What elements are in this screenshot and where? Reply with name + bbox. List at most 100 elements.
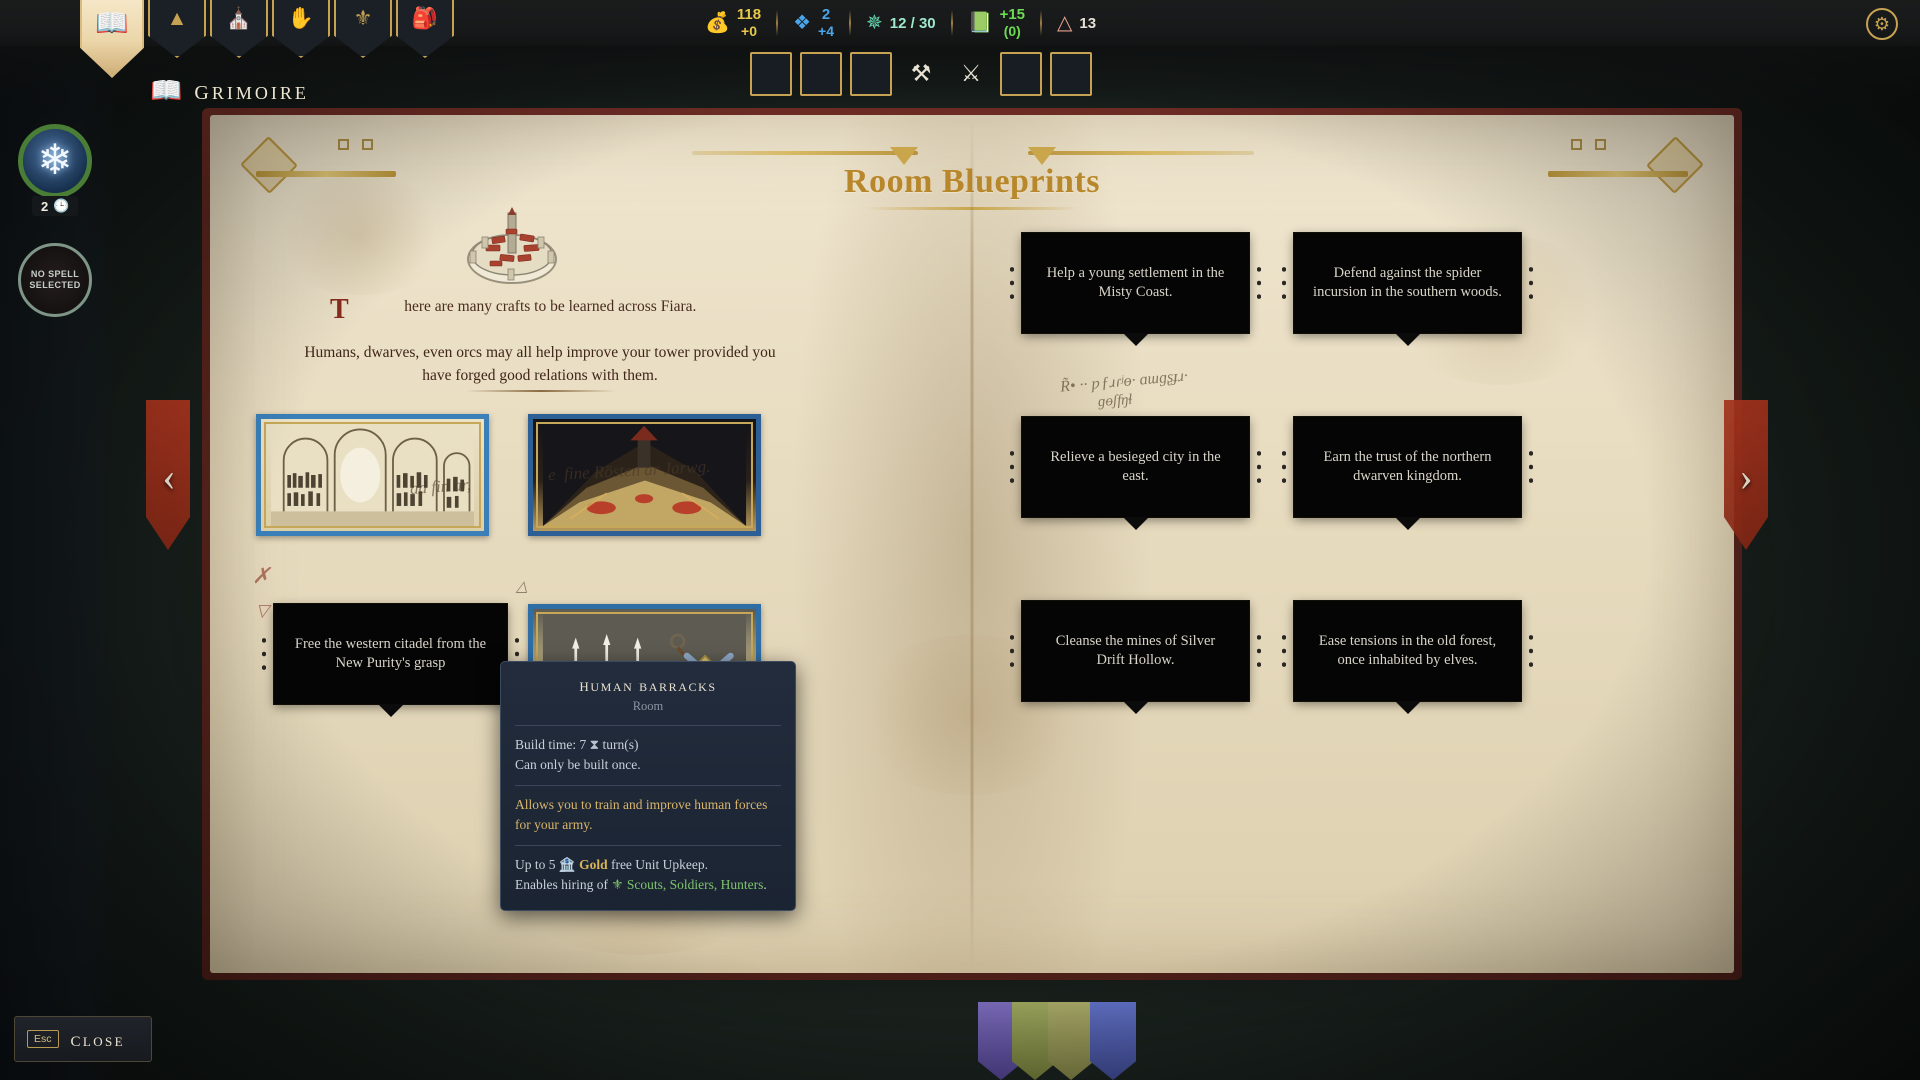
triangle-stack-icon: ▲ [166, 6, 188, 30]
grimoire-book: Room Blueprints T here are many crafts t… [196, 108, 1748, 988]
resource-research[interactable]: 📗 +15 (0) [953, 3, 1040, 43]
resource-gold[interactable]: 💰 118 +0 [690, 3, 776, 43]
slot-3[interactable] [850, 52, 892, 96]
margin-mark-x: ✗ [252, 563, 271, 588]
left-page-rule [466, 390, 616, 392]
tooltip-separator [515, 785, 781, 787]
tooltip-description: Allows you to train and improve human fo… [515, 797, 768, 832]
resource-research-value: +15 [999, 6, 1026, 24]
nav-tab-inventory[interactable]: 🎒 [396, 0, 454, 58]
slot-1[interactable] [750, 52, 792, 96]
hiring-units: Scouts, Soldiers, Hunters [626, 876, 764, 892]
quest-card-text: Earn the trust of the northern dwarven k… [1323, 448, 1492, 484]
quest-card-text: Cleanse the mines of Silver Drift Hollow… [1055, 632, 1216, 668]
close-button[interactable]: Esc Close [14, 1016, 153, 1062]
intro-paragraph: There are many crafts to be learned acro… [330, 294, 750, 325]
intro-dropcap: T [330, 294, 349, 325]
right-page-quest-grid: Help a young settlement in the Misty Coa… [1000, 115, 1734, 973]
quest-card-text: Free the western citadel from the New Pu… [294, 635, 487, 671]
quest-card-text: Ease tensions in the old forest, once in… [1318, 632, 1497, 668]
chevron-right-icon: › [1739, 453, 1753, 499]
tooltip-subtitle: Room [632, 699, 664, 713]
build-time-label: Build time: 7 [515, 737, 587, 752]
spell-slot-empty-label: NO SPELL SELECTED [29, 269, 80, 292]
gold-coin-icon: 🏦 [558, 857, 576, 873]
room-tooltip: Human Barracks Room Build time: 7 ⧗ turn… [500, 661, 796, 912]
pentagram-knot-icon: ✵ [866, 12, 883, 34]
red-triangle-icon: △ [1057, 12, 1073, 34]
tooltip-hiring: Enables hiring of ⚜ Scouts, Soldiers, Hu… [515, 875, 781, 895]
unit-crest-icon: ⚜ [611, 876, 624, 892]
resource-research-delta: (0) [1003, 22, 1021, 39]
resource-arcana-value: 12 / 30 [889, 14, 936, 32]
handwriting-scribble: R̃• ·· ƿ ƒɹɾʲɵ· ɑɯɡʂɟɹ· [1059, 367, 1189, 396]
hiring-end: . [763, 876, 767, 892]
spell-empty-line2: SELECTED [29, 280, 81, 290]
snowflake-icon: ❄ [37, 138, 73, 184]
upkeep-suffix: free Unit Upkeep. [610, 857, 709, 873]
slot-7[interactable] [1050, 52, 1092, 96]
nav-tab-tower[interactable]: ▲ [148, 0, 206, 58]
chevron-left-icon: ‹ [162, 453, 176, 499]
hiring-prefix: Enables hiring of [515, 876, 608, 892]
slot-6[interactable] [1000, 52, 1042, 96]
banner-standard-icon[interactable]: ⚔ [950, 52, 992, 96]
upkeep-gold-label: Gold [579, 857, 608, 873]
tooltip-once-note: Can only be built once. [515, 756, 641, 772]
resource-threat[interactable]: △ 13 [1042, 3, 1111, 43]
resource-bar: 💰 118 +0 ❖ 2 +4 ✵ 12 / 30 📗 +15 (0) △ 13 [690, 3, 1111, 43]
nav-tab-units[interactable]: ⚜ [334, 0, 392, 58]
resource-mana-value: 2 [821, 6, 831, 24]
tooltip-separator [515, 725, 781, 726]
quest-card-3[interactable]: Earn the trust of the northern dwarven k… [1294, 417, 1521, 530]
intro-paragraph-2: Humans, dwarves, even orcs may all help … [304, 344, 776, 385]
spell-slot-empty[interactable]: NO SPELL SELECTED [18, 243, 92, 317]
resource-mana[interactable]: ❖ 2 +4 [778, 3, 849, 43]
active-spell-button[interactable]: ❄ [18, 124, 92, 198]
hammer-pick-icon[interactable]: ⚒ [900, 52, 942, 96]
tooltip-upkeep: Up to 5 🏦 Gold free Unit Upkeep. [515, 855, 781, 875]
next-page-button[interactable]: › [1722, 436, 1770, 516]
offering-hand-icon: ✋ [287, 6, 315, 30]
intro-text: here are many crafts to be learned acros… [404, 298, 697, 315]
blueprint-forge[interactable] [528, 414, 761, 536]
quest-card-1[interactable]: Defend against the spider incursion in t… [1294, 233, 1521, 346]
settings-button[interactable]: ⚙ [1866, 8, 1898, 40]
nav-tab-grimoire[interactable]: 📖 [80, 0, 144, 78]
quest-card-western-citadel[interactable]: Free the western citadel from the New Pu… [274, 604, 507, 717]
resource-arcana[interactable]: ✵ 12 / 30 [851, 3, 951, 43]
handwriting-scribble: ɡɵʃʩɬ [1097, 391, 1133, 411]
quest-card-4[interactable]: Cleanse the mines of Silver Drift Hollow… [1022, 601, 1249, 714]
hourglass-icon: ⧗ [589, 737, 600, 752]
quest-card-text: Defend against the spider incursion in t… [1313, 264, 1502, 300]
quest-card-text: Relieve a besieged city in the east. [1050, 448, 1221, 484]
potion-bag-icon: 🎒 [411, 6, 439, 30]
spell-cooldown-count: 2 [41, 198, 49, 214]
prev-page-button[interactable]: ‹ [145, 436, 193, 516]
nav-tab-bar: 📖 ▲ ⛪ ✋ ⚜ 🎒 [80, 0, 454, 78]
spell-empty-line1: NO SPELL [30, 268, 80, 279]
resource-gold-delta: +0 [741, 22, 757, 39]
gear-icon: ⚙ [1873, 13, 1891, 34]
blue-crystal-icon: ❖ [793, 12, 812, 34]
margin-mark-delta: △ [516, 579, 528, 595]
nav-tab-keep[interactable]: ⛪ [210, 0, 268, 58]
slot-bar: ⚒ ⚔ [750, 52, 1092, 96]
gate-icon: ⛪ [225, 6, 253, 30]
quest-card-0[interactable]: Help a young settlement in the Misty Coa… [1022, 233, 1249, 346]
quest-card-2[interactable]: Relieve a besieged city in the east. [1022, 417, 1249, 530]
slot-2[interactable] [800, 52, 842, 96]
spell-cooldown-badge: 2 🕒 [32, 196, 79, 216]
walled-town-illustration [467, 207, 557, 284]
quest-card-5[interactable]: Ease tensions in the old forest, once in… [1294, 601, 1521, 714]
quest-card-text: Help a young settlement in the Misty Coa… [1046, 264, 1225, 300]
tooltip-title: Human Barracks [579, 675, 717, 696]
blueprint-library[interactable] [256, 414, 489, 536]
open-book-icon: 📖 [95, 8, 129, 38]
barracks-icon: ⚜ [353, 6, 373, 30]
resource-mana-delta: +4 [818, 22, 835, 39]
resource-threat-value: 13 [1079, 14, 1097, 32]
nav-tab-diplomacy[interactable]: ✋ [272, 0, 330, 58]
close-button-label: Close [70, 1026, 126, 1051]
tooltip-build-time: Build time: 7 ⧗ turn(s) [515, 735, 781, 755]
